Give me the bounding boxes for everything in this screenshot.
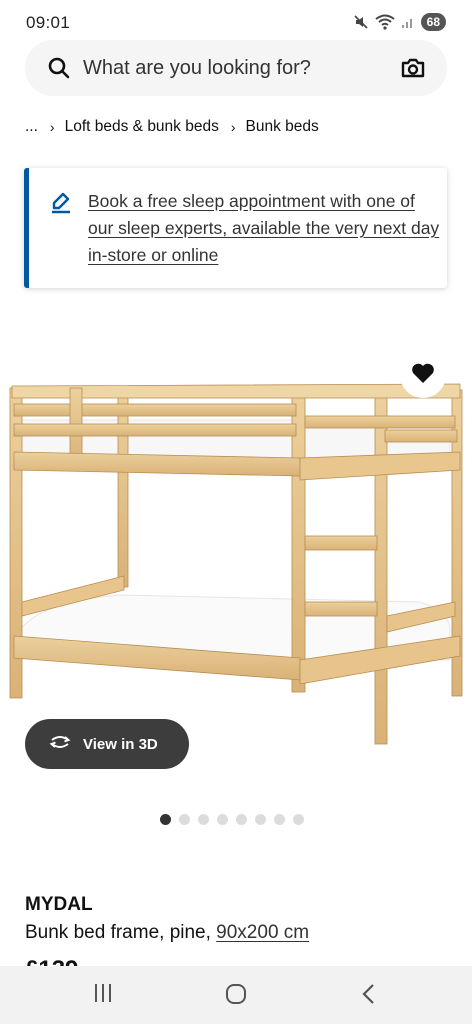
sleep-appointment-link[interactable]: Book a free sleep appointment with one o…: [88, 188, 440, 269]
breadcrumb-bunk-beds[interactable]: Bunk beds: [246, 118, 319, 136]
product-name: MYDAL: [25, 894, 93, 915]
chevron-right-icon: ›: [49, 119, 55, 135]
carousel-dot[interactable]: [179, 814, 190, 825]
pencil-icon: [49, 190, 73, 219]
status-bar: 09:01 68: [0, 0, 472, 44]
breadcrumb-ellipsis[interactable]: ...: [25, 118, 38, 136]
search-input[interactable]: [83, 54, 383, 82]
carousel-dot[interactable]: [274, 814, 285, 825]
carousel-dot[interactable]: [255, 814, 266, 825]
back-icon[interactable]: [358, 982, 380, 1011]
home-icon[interactable]: [224, 982, 248, 1011]
wifi-icon: [375, 14, 395, 30]
carousel-dot[interactable]: [198, 814, 209, 825]
product-description: Bunk bed frame, pine, 90x200 cm: [25, 922, 309, 944]
carousel-dot[interactable]: [160, 814, 171, 825]
product-image[interactable]: [0, 340, 472, 760]
product-price: £139: [25, 958, 115, 966]
carousel-dot[interactable]: [236, 814, 247, 825]
view-in-3d-button[interactable]: View in 3D: [25, 719, 189, 769]
camera-icon[interactable]: [400, 56, 426, 85]
chevron-right-icon: ›: [230, 119, 236, 135]
carousel-dot[interactable]: [217, 814, 228, 825]
carousel-dot[interactable]: [293, 814, 304, 825]
status-icons: 68: [353, 13, 446, 31]
status-time: 09:01: [26, 13, 71, 32]
view-in-3d-label: View in 3D: [83, 735, 158, 753]
system-nav-bar: [0, 966, 472, 1024]
search-icon[interactable]: [47, 56, 71, 85]
battery-indicator: 68: [420, 13, 446, 31]
mute-icon: [353, 14, 369, 30]
favorite-button[interactable]: [400, 352, 446, 398]
breadcrumb-loft-bunk-beds[interactable]: Loft beds & bunk beds: [65, 118, 219, 136]
product-price-text: £139: [25, 958, 115, 966]
signal-icon: [401, 15, 415, 29]
search-bar[interactable]: [25, 40, 447, 96]
product-description-text: Bunk bed frame, pine,: [25, 922, 211, 943]
carousel-indicator: [160, 814, 304, 825]
product-size-link[interactable]: 90x200 cm: [216, 922, 309, 943]
breadcrumb: ... › Loft beds & bunk beds › Bunk beds: [25, 118, 319, 136]
sleep-appointment-banner: Book a free sleep appointment with one o…: [24, 168, 447, 288]
recents-icon[interactable]: [92, 982, 114, 1009]
rotate-3d-icon: [47, 733, 73, 756]
heart-icon[interactable]: [411, 362, 435, 389]
